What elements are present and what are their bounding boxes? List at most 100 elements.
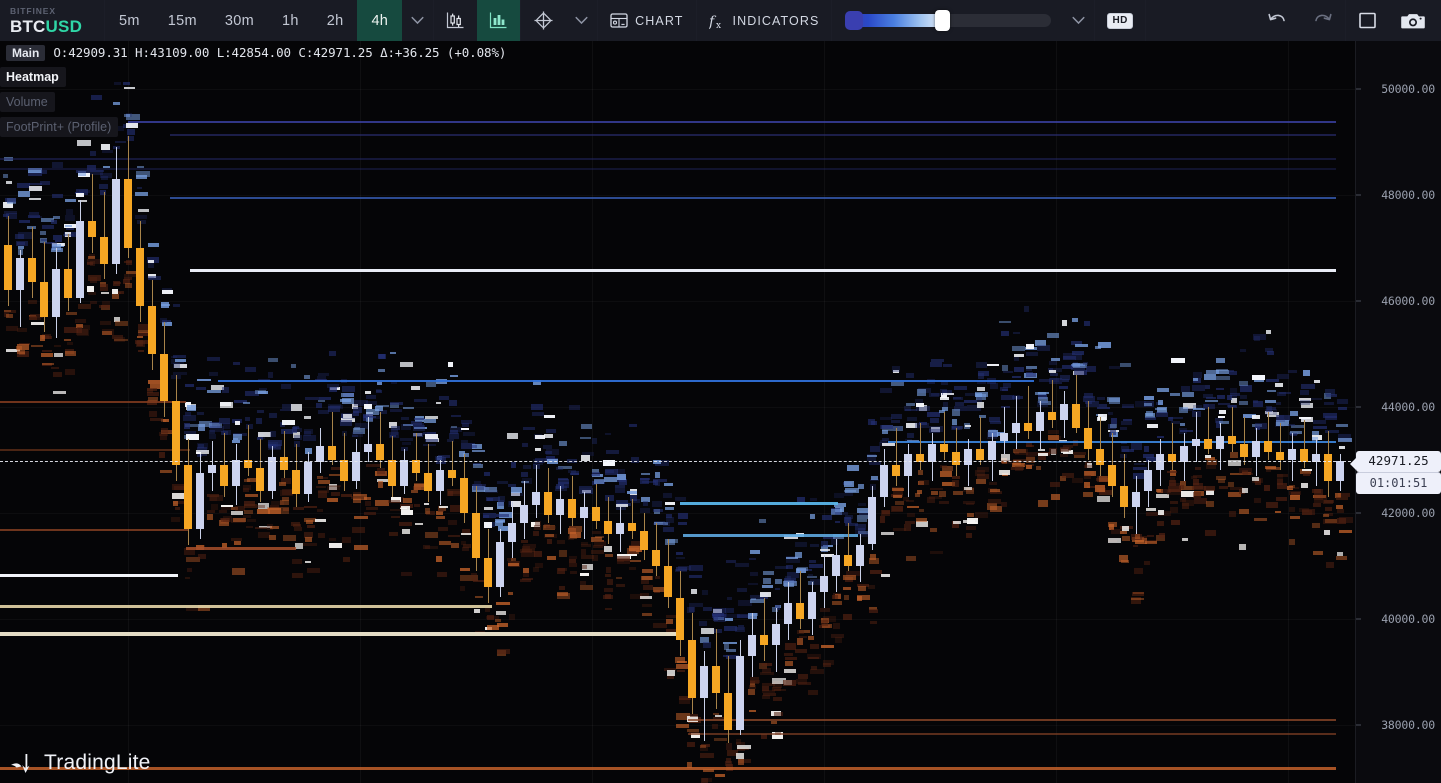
heatmap-cell bbox=[701, 777, 709, 783]
heatmap-cell bbox=[401, 442, 412, 446]
heatmap-cell bbox=[100, 320, 111, 326]
timeframe-5m[interactable]: 5m bbox=[105, 0, 154, 41]
heatmap-cell bbox=[390, 401, 404, 406]
heatmap-cell bbox=[870, 421, 878, 426]
heatmap-settings-dropdown[interactable] bbox=[1063, 0, 1094, 41]
fullscreen-button[interactable] bbox=[1346, 0, 1389, 50]
heatmap-cell bbox=[736, 587, 747, 593]
slider-handle-high[interactable] bbox=[935, 10, 951, 31]
candle-body bbox=[544, 491, 552, 516]
heatmap-cell bbox=[785, 643, 796, 650]
heatmap-cell bbox=[654, 471, 660, 479]
heatmap-cell bbox=[906, 506, 919, 509]
timeframe-30m[interactable]: 30m bbox=[211, 0, 268, 41]
crosshair-dropdown-button[interactable] bbox=[566, 0, 597, 41]
heatmap-cell bbox=[702, 641, 711, 648]
heatmap-cell bbox=[510, 558, 516, 562]
price-axis-label: 50000.00 bbox=[1381, 81, 1435, 96]
fullscreen-icon bbox=[1359, 12, 1376, 29]
candle-body bbox=[1084, 427, 1092, 450]
candlestick-chart-button[interactable] bbox=[434, 0, 477, 41]
heatmap-cell bbox=[1062, 378, 1069, 382]
heatmap-cell bbox=[1265, 405, 1273, 412]
heatmap-cell bbox=[495, 619, 501, 623]
heatmap-intensity-control[interactable] bbox=[832, 0, 1063, 41]
heatmap-cell bbox=[486, 498, 493, 502]
timeframe-dropdown-button[interactable] bbox=[402, 0, 433, 41]
indicators-button[interactable]: f x INDICATORS bbox=[697, 0, 832, 41]
candle-body bbox=[748, 634, 756, 656]
heatmap-cell bbox=[148, 260, 155, 263]
candle-body bbox=[904, 454, 912, 476]
symbol-selector[interactable]: BITFINEX BTCUSD bbox=[0, 0, 104, 41]
liquidity-level-line bbox=[128, 120, 1336, 123]
heatmap-cell bbox=[881, 430, 888, 434]
heatmap-cell bbox=[1155, 407, 1167, 410]
heatmap-cell bbox=[1144, 416, 1156, 420]
heatmap-cell bbox=[1169, 506, 1178, 514]
candle-body bbox=[1144, 470, 1152, 492]
heatmap-cell bbox=[328, 543, 342, 548]
chart-menu-button[interactable]: CHART bbox=[598, 0, 695, 41]
heatmap-intensity-slider[interactable] bbox=[845, 10, 1052, 31]
candle-wick bbox=[248, 425, 249, 476]
heatmap-cell bbox=[725, 607, 734, 613]
heatmap-cell bbox=[90, 300, 97, 304]
price-axis[interactable]: 42971.25 01:01:51 50000.00 48000.00 46000.… bbox=[1350, 41, 1441, 783]
timeframe-15m[interactable]: 15m bbox=[154, 0, 211, 41]
heatmap-cell bbox=[366, 506, 379, 510]
heatmap-cell bbox=[123, 82, 131, 85]
heatmap-cell bbox=[689, 714, 699, 717]
hd-quality-button[interactable]: HD bbox=[1095, 0, 1144, 41]
redo-button[interactable] bbox=[1300, 0, 1345, 41]
candle-wick bbox=[764, 597, 765, 662]
heatmap-cell bbox=[413, 504, 420, 507]
candle-body bbox=[256, 467, 264, 492]
heatmap-cell bbox=[474, 596, 484, 599]
slider-handle-low[interactable] bbox=[845, 11, 864, 30]
crosshair-tool-button[interactable] bbox=[521, 0, 566, 41]
candle-body bbox=[16, 258, 24, 291]
heatmap-cell bbox=[207, 514, 214, 520]
legend-item-footprint[interactable]: FootPrint+ (Profile) bbox=[0, 117, 119, 137]
snapshot-button[interactable] bbox=[1389, 0, 1441, 41]
heatmap-cell bbox=[915, 518, 927, 522]
heatmap-cell bbox=[592, 544, 603, 548]
heatmap-cell bbox=[306, 568, 321, 573]
histogram-chart-button[interactable] bbox=[477, 0, 521, 41]
candle-body bbox=[1192, 438, 1200, 447]
heatmap-cell bbox=[173, 303, 180, 307]
heatmap-cell bbox=[449, 374, 458, 377]
heatmap-cell bbox=[1155, 411, 1169, 418]
heatmap-cell bbox=[1288, 506, 1295, 512]
timeframe-4h[interactable]: 4h bbox=[357, 0, 403, 41]
heatmap-cell bbox=[952, 409, 961, 416]
heatmap-cell bbox=[616, 503, 628, 507]
heatmap-cell bbox=[761, 695, 770, 700]
main-series-tag[interactable]: Main bbox=[6, 45, 46, 61]
heatmap-cell bbox=[833, 493, 845, 499]
undo-button[interactable] bbox=[1255, 0, 1300, 41]
heatmap-cell bbox=[677, 521, 688, 526]
heatmap-cell bbox=[1239, 394, 1247, 399]
heatmap-cell bbox=[641, 604, 652, 608]
heatmap-cell bbox=[1131, 443, 1143, 450]
heatmap-cell bbox=[1218, 410, 1226, 414]
chart-canvas[interactable]: Main O:42909.31 H:43109.00 L:42854.00 C:4… bbox=[0, 41, 1356, 783]
heatmap-cell bbox=[904, 521, 916, 524]
legend-item-volume[interactable]: Volume bbox=[0, 92, 55, 112]
heatmap-cell bbox=[123, 86, 135, 89]
timeframe-1h[interactable]: 1h bbox=[268, 0, 313, 41]
timeframe-2h[interactable]: 2h bbox=[313, 0, 358, 41]
heatmap-cell bbox=[293, 434, 302, 440]
heatmap-cell bbox=[400, 571, 412, 577]
heatmap-cell bbox=[1084, 320, 1091, 327]
legend-item-heatmap[interactable]: Heatmap bbox=[0, 67, 66, 87]
candle-body bbox=[988, 441, 996, 460]
heatmap-cell bbox=[340, 494, 352, 497]
candle-body bbox=[148, 306, 156, 354]
heatmap-cell bbox=[123, 113, 131, 117]
heatmap-cell bbox=[869, 621, 877, 625]
heatmap-cell bbox=[1156, 521, 1165, 527]
